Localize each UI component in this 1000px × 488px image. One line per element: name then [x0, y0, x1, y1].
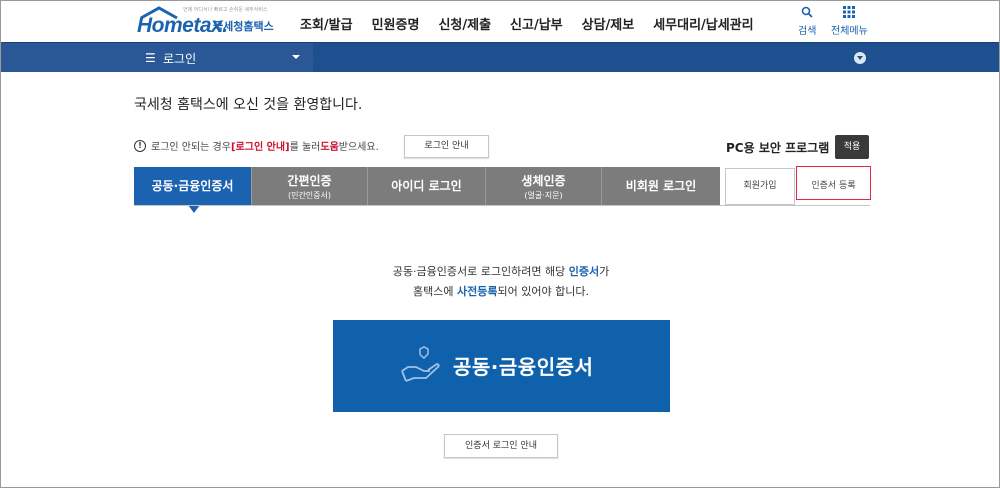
cert-login-button[interactable]: 공동·금융인증서 [333, 320, 670, 412]
notice-link: [로그인 안내] [230, 142, 290, 153]
nav-item-certificate[interactable]: 민원증명 [372, 14, 420, 33]
desc-highlight-cert: 인증서 [568, 265, 600, 278]
logo-slogan: 언제 어디서나 빠르고 손쉬운 세무서비스 [183, 7, 268, 13]
all-menu-button[interactable]: 전체메뉴 [831, 6, 868, 37]
apply-button[interactable]: 적용 [835, 135, 869, 159]
nav-item-application[interactable]: 신청/제출 [438, 14, 491, 33]
hamburger-icon: ☰ [145, 51, 156, 65]
notice-prefix: 로그인 안되는 경우 [151, 142, 231, 153]
grid-menu-icon [843, 6, 856, 18]
breadcrumb-label: 로그인 [163, 52, 197, 66]
welcome-title: 국세청 홈택스에 오신 것을 환영합니다. [134, 97, 363, 113]
main-nav: 조회/발급 민원증명 신청/제출 신고/납부 상담/제보 세무대리/납세관리 [300, 14, 773, 33]
logo-brand-kr: 국세청홈택스 [213, 20, 274, 33]
tab-simple-auth[interactable]: 간편인증 (민간인증서) [252, 167, 368, 205]
login-guide-button[interactable]: 로그인 안내 [404, 135, 489, 158]
cert-button-label: 공동·금융인증서 [453, 355, 594, 379]
tab-sublabel: (민간인증서) [287, 191, 332, 200]
notice-mid: 를 눌러 [289, 142, 321, 153]
tab-non-member[interactable]: 비회원 로그인 [602, 167, 720, 205]
tab-sublabel: (얼굴·지문) [524, 191, 563, 200]
active-tab-pointer [188, 205, 200, 213]
login-notice: ! 로그인 안되는 경우 [로그인 안내] 를 눌러 도움 받으세요. [134, 138, 379, 153]
notice-help: 도움 [320, 142, 339, 153]
desc-text: 가 [599, 265, 610, 278]
tab-label: 공동·금융인증서 [151, 179, 234, 193]
hand-cert-icon [401, 346, 440, 382]
notice-suffix: 받으세요. [338, 142, 379, 153]
info-icon: ! [134, 139, 146, 152]
search-button[interactable]: 검색 [798, 6, 816, 37]
tab-label: 생체인증 [521, 174, 566, 188]
tab-label: 아이디 로그인 [391, 179, 462, 193]
search-label: 검색 [798, 26, 817, 37]
expand-circle-button[interactable] [854, 52, 866, 64]
nav-item-agent[interactable]: 세무대리/납세관리 [653, 14, 753, 33]
desc-text: 되어 있어야 합니다. [497, 285, 589, 298]
desc-text: 홈택스에 [413, 285, 458, 298]
divider [134, 205, 870, 206]
signup-button[interactable]: 회원가입 [725, 168, 795, 205]
nav-item-filing[interactable]: 신고/납부 [510, 14, 563, 33]
desc-text: 공동·금융인증서로 로그인하려면 해당 [392, 265, 569, 278]
desc-highlight-preregister: 사전등록 [457, 285, 498, 298]
breadcrumb[interactable]: ☰ 로그인 [1, 43, 313, 72]
cert-login-guide-button[interactable]: 인증서 로그인 안내 [444, 434, 558, 458]
tab-biometric[interactable]: 생체인증 (얼굴·지문) [486, 167, 602, 205]
tab-id-login[interactable]: 아이디 로그인 [368, 167, 486, 205]
nav-item-inquiry[interactable]: 조회/발급 [300, 14, 353, 33]
highlight-box [796, 166, 871, 200]
breadcrumb-arrow [301, 43, 314, 71]
tab-joint-cert[interactable]: 공동·금융인증서 [134, 167, 252, 205]
location-bar: ☰ 로그인 [1, 42, 999, 72]
description-line-2: 홈택스에 사전등록되어 있어야 합니다. [1, 283, 1000, 299]
security-program-label: PC용 보안 프로그램 [726, 141, 830, 155]
chevron-down-icon [292, 55, 300, 59]
hometax-logo[interactable]: 언제 어디서나 빠르고 손쉬운 세무서비스 Hometax. 국세청홈택스 [133, 6, 278, 38]
tab-label: 간편인증 [287, 174, 332, 188]
tab-label: 비회원 로그인 [625, 179, 697, 193]
site-header: 언제 어디서나 빠르고 손쉬운 세무서비스 Hometax. 국세청홈택스 조회… [1, 1, 999, 42]
description-line-1: 공동·금융인증서로 로그인하려면 해당 인증서가 [1, 263, 1000, 279]
login-tabs: 공동·금융인증서 간편인증 (민간인증서) 아이디 로그인 생체인증 (얼굴·지… [134, 167, 720, 205]
nav-item-consult[interactable]: 상담/제보 [582, 14, 635, 33]
search-icon [801, 6, 813, 18]
all-menu-label: 전체메뉴 [831, 26, 868, 37]
